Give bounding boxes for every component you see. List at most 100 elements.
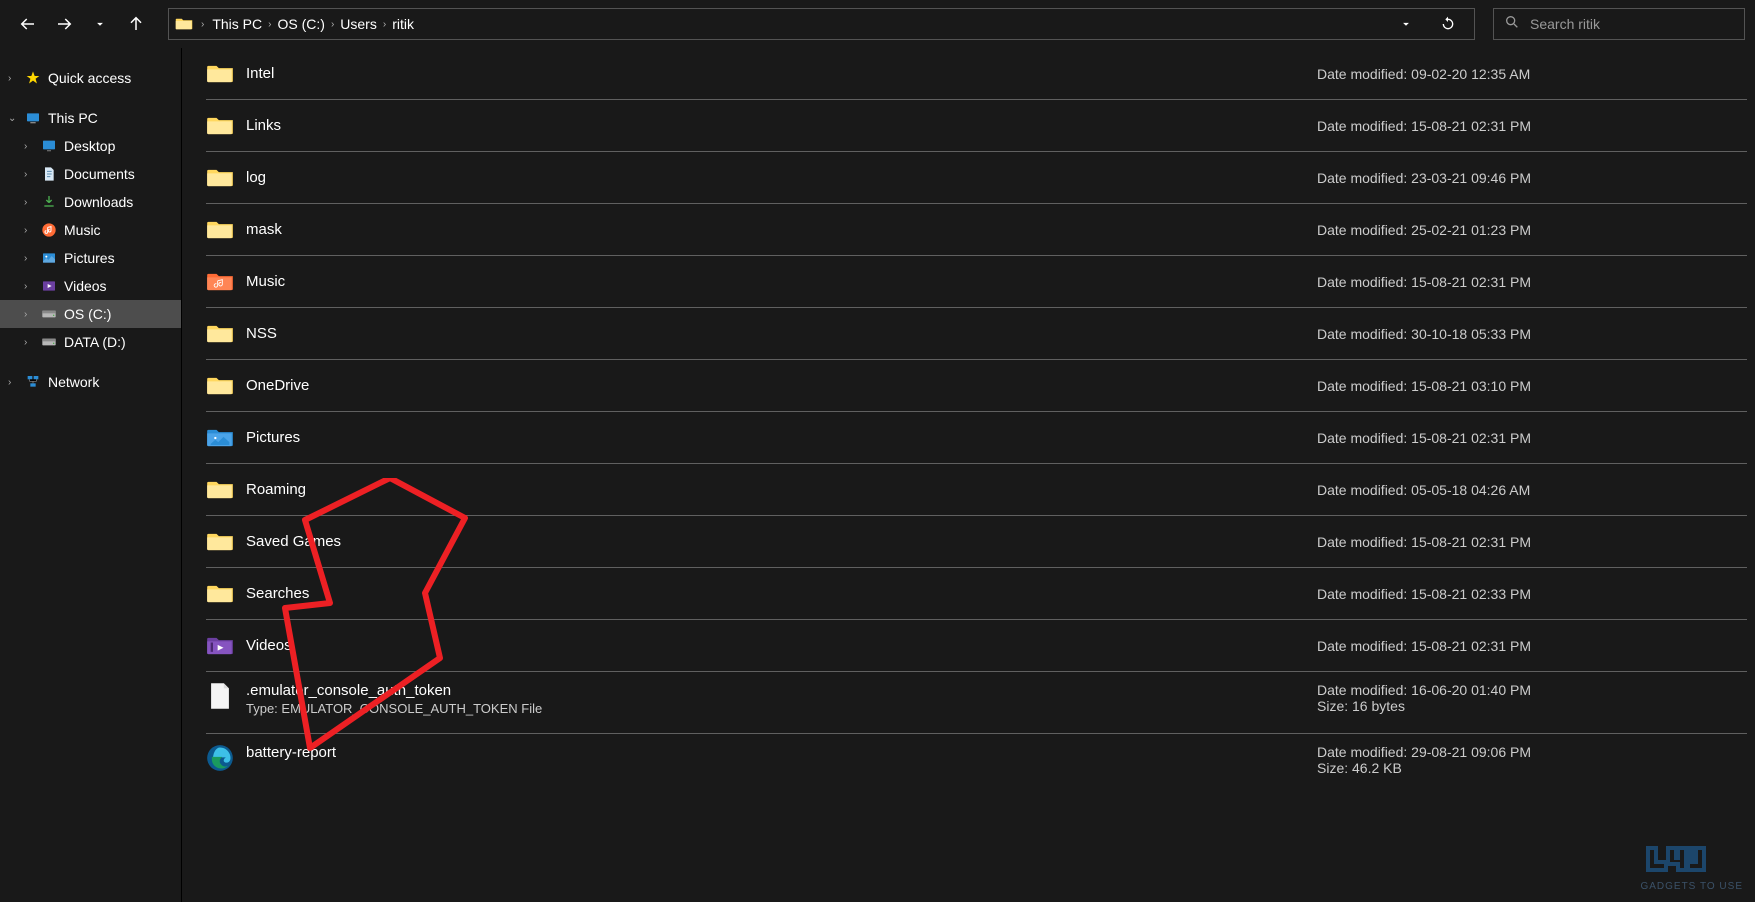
file-name: .emulator_console_auth_token (246, 682, 1317, 699)
documents-icon (40, 165, 58, 183)
file-meta: Date modified: 15-08-21 02:31 PM (1317, 534, 1747, 550)
sidebar-item-data-d-[interactable]: › DATA (D:) (0, 328, 181, 356)
file-name: Roaming (246, 481, 1317, 498)
file-modified: Date modified: 15-08-21 02:33 PM (1317, 586, 1747, 602)
search-bar[interactable] (1493, 8, 1745, 40)
file-meta: Date modified: 29-08-21 09:06 PM Size: 4… (1317, 744, 1747, 776)
chevron-icon: ⌄ (8, 113, 18, 124)
file-row[interactable]: Saved Games Date modified: 15-08-21 02:3… (206, 516, 1747, 568)
file-info: mask (246, 221, 1317, 238)
file-info: Videos (246, 637, 1317, 654)
file-name: Pictures (246, 429, 1317, 446)
file-row[interactable]: OneDrive Date modified: 15-08-21 03:10 P… (206, 360, 1747, 412)
sidebar-item-network[interactable]: › Network (0, 368, 181, 396)
file-row[interactable]: Videos Date modified: 15-08-21 02:31 PM (206, 620, 1747, 672)
chevron-right-icon: › (201, 19, 204, 30)
breadcrumb-item[interactable]: This PC (212, 16, 262, 32)
folder-icon (206, 476, 234, 504)
breadcrumb-item[interactable]: ritik (392, 16, 414, 32)
file-modified: Date modified: 15-08-21 02:31 PM (1317, 430, 1747, 446)
file-row[interactable]: battery-report Date modified: 29-08-21 0… (206, 734, 1747, 796)
chevron-right-icon: › (331, 19, 334, 30)
drive-icon (40, 305, 58, 323)
file-type: Type: EMULATOR_CONSOLE_AUTH_TOKEN File (246, 701, 1317, 716)
search-input[interactable] (1530, 16, 1734, 32)
file-row[interactable]: .emulator_console_auth_token Type: EMULA… (206, 672, 1747, 734)
downloads-icon (40, 193, 58, 211)
sidebar-item-quick-access[interactable]: › Quick access (0, 64, 181, 92)
file-name: Searches (246, 585, 1317, 602)
file-row[interactable]: NSS Date modified: 30-10-18 05:33 PM (206, 308, 1747, 360)
sidebar-item-music[interactable]: › Music (0, 216, 181, 244)
file-row[interactable]: Searches Date modified: 15-08-21 02:33 P… (206, 568, 1747, 620)
file-row[interactable]: log Date modified: 23-03-21 09:46 PM (206, 152, 1747, 204)
chevron-icon: › (24, 197, 34, 208)
sidebar-tree: › Quick access ⌄ This PC › Desktop › Doc… (0, 48, 182, 902)
file-name: Music (246, 273, 1317, 290)
file-modified: Date modified: 15-08-21 02:31 PM (1317, 118, 1747, 134)
back-button[interactable] (18, 14, 38, 34)
address-bar[interactable]: › This PC › OS (C:) › Users › ritik (168, 8, 1475, 40)
sidebar-item-os-c-[interactable]: › OS (C:) (0, 300, 181, 328)
file-row[interactable]: Roaming Date modified: 05-05-18 04:26 AM (206, 464, 1747, 516)
file-list: Intel Date modified: 09-02-20 12:35 AM L… (182, 48, 1755, 902)
breadcrumb-item[interactable]: OS (C:) (277, 16, 324, 32)
sidebar-item-documents[interactable]: › Documents (0, 160, 181, 188)
file-row[interactable]: Pictures Date modified: 15-08-21 02:31 P… (206, 412, 1747, 464)
breadcrumb: This PC › OS (C:) › Users › ritik (212, 16, 1380, 32)
sidebar-item-this-pc[interactable]: ⌄ This PC (0, 104, 181, 132)
breadcrumb-item[interactable]: Users (340, 16, 377, 32)
file-meta: Date modified: 25-02-21 01:23 PM (1317, 222, 1747, 238)
file-info: Intel (246, 65, 1317, 82)
file-name: Intel (246, 65, 1317, 82)
file-modified: Date modified: 30-10-18 05:33 PM (1317, 326, 1747, 342)
watermark: GADGETS TO USE (1640, 840, 1743, 892)
pictures-icon (40, 249, 58, 267)
file-modified: Date modified: 15-08-21 02:31 PM (1317, 534, 1747, 550)
file-row[interactable]: Links Date modified: 15-08-21 02:31 PM (206, 100, 1747, 152)
up-button[interactable] (126, 14, 146, 34)
file-icon (206, 682, 234, 710)
folder-icon (206, 528, 234, 556)
file-row[interactable]: Intel Date modified: 09-02-20 12:35 AM (206, 48, 1747, 100)
file-info: battery-report (246, 744, 1317, 761)
file-meta: Date modified: 15-08-21 02:31 PM (1317, 118, 1747, 134)
folder-icon (175, 15, 193, 33)
chevron-icon: › (24, 141, 34, 152)
chevron-icon: › (24, 309, 34, 320)
file-row[interactable]: mask Date modified: 25-02-21 01:23 PM (206, 204, 1747, 256)
forward-button[interactable] (54, 14, 74, 34)
file-meta: Date modified: 15-08-21 02:31 PM (1317, 274, 1747, 290)
sidebar-item-label: DATA (D:) (64, 334, 126, 350)
chevron-icon: › (8, 377, 18, 388)
file-modified: Date modified: 16-06-20 01:40 PM (1317, 682, 1747, 698)
network-icon (24, 373, 42, 391)
file-info: Roaming (246, 481, 1317, 498)
sidebar-item-label: Quick access (48, 70, 131, 86)
file-meta: Date modified: 15-08-21 02:33 PM (1317, 586, 1747, 602)
sidebar-item-label: Pictures (64, 250, 115, 266)
sidebar-item-videos[interactable]: › Videos (0, 272, 181, 300)
folder-icon (206, 164, 234, 192)
edge-icon (206, 744, 234, 772)
file-modified: Date modified: 05-05-18 04:26 AM (1317, 482, 1747, 498)
sidebar-item-label: Documents (64, 166, 135, 182)
sidebar-item-label: Videos (64, 278, 107, 294)
search-icon (1504, 14, 1520, 35)
sidebar-item-downloads[interactable]: › Downloads (0, 188, 181, 216)
refresh-button[interactable] (1438, 14, 1458, 34)
chevron-icon: › (24, 253, 34, 264)
file-modified: Date modified: 23-03-21 09:46 PM (1317, 170, 1747, 186)
file-meta: Date modified: 15-08-21 02:31 PM (1317, 430, 1747, 446)
file-info: Links (246, 117, 1317, 134)
file-meta: Date modified: 15-08-21 02:31 PM (1317, 638, 1747, 654)
sidebar-item-pictures[interactable]: › Pictures (0, 244, 181, 272)
file-modified: Date modified: 15-08-21 02:31 PM (1317, 274, 1747, 290)
sidebar-item-desktop[interactable]: › Desktop (0, 132, 181, 160)
address-dropdown[interactable] (1396, 14, 1416, 34)
chevron-icon: › (24, 169, 34, 180)
file-meta: Date modified: 09-02-20 12:35 AM (1317, 66, 1747, 82)
history-dropdown[interactable] (90, 14, 110, 34)
file-row[interactable]: Music Date modified: 15-08-21 02:31 PM (206, 256, 1747, 308)
file-info: OneDrive (246, 377, 1317, 394)
